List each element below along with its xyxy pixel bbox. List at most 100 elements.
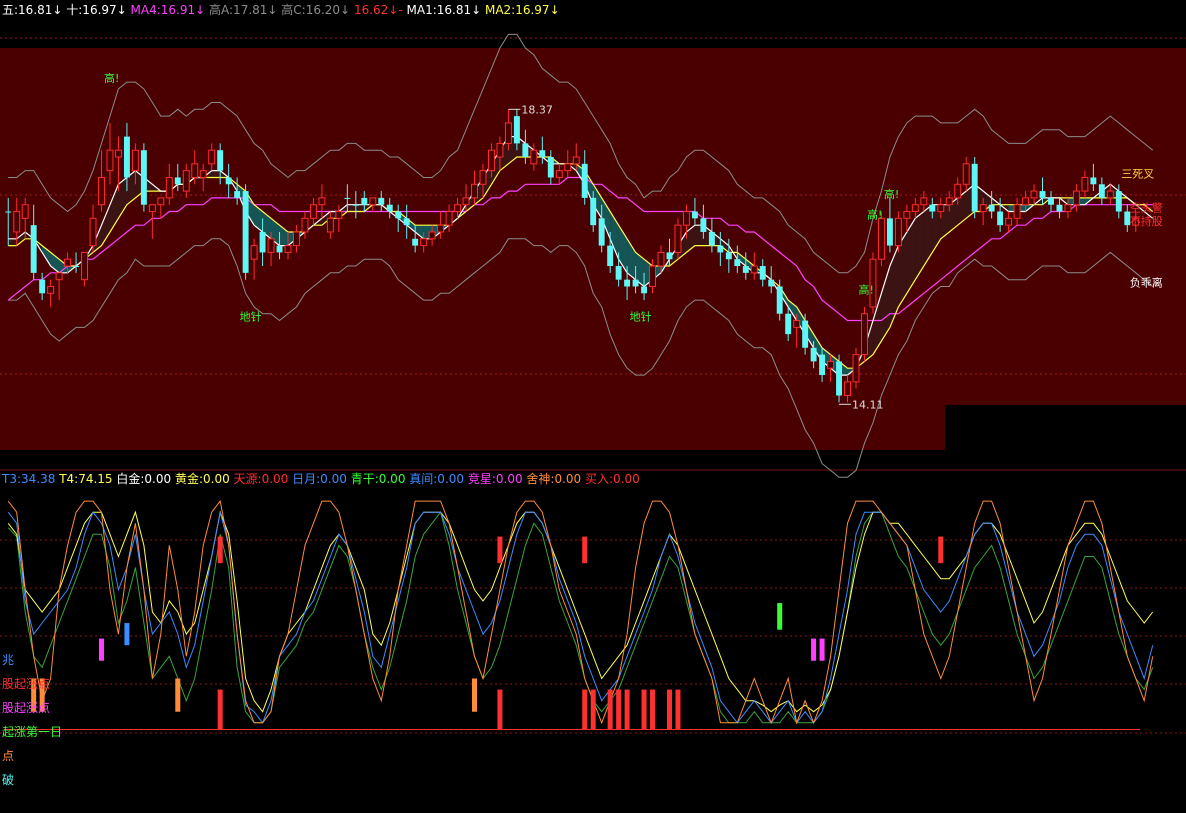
candle-body-up [496,142,504,158]
candle-body-up [564,163,572,172]
candle-body-up [437,224,445,233]
candle-body-down [734,259,741,267]
candle-body-down [988,204,995,212]
indicator-header-item: T3:34.38 [1,472,55,486]
candle-body-up [945,197,953,206]
candle-body-down [242,191,249,273]
candle-body-down [725,252,732,260]
candle-body-up [148,204,156,213]
candle-body-down [522,143,529,158]
ma-fill-segment [355,204,365,212]
candle-body-up [64,258,72,267]
candle-body-up [106,149,114,172]
left-legend-label: 股起涨点 [2,700,50,715]
price-header: 五:16.81↓ 十:16.97↓ MA4:16.91↓ 高A:17.81↓ 高… [2,2,560,17]
candle-body-up [55,272,63,281]
candle-body-down [276,245,283,253]
candle-body-down [1056,204,1063,212]
candle-body-down [140,150,147,205]
left-legend-label: 股起涨点 [2,676,50,691]
left-legend-label: 兆 [2,653,14,667]
candle-body-up [131,149,139,172]
signal-bar [582,536,588,564]
indicator-header-item: 买入:0.00 [581,472,640,486]
candle-body-up [894,217,902,247]
candle-body-down [708,231,715,246]
candle-body-up [504,122,512,144]
candle-body-up [979,204,987,213]
ma-fill-segment [347,204,356,212]
candle-body-up [182,170,190,192]
candle-body-down [361,197,368,205]
candle-body-up [309,204,317,219]
candle-body-down [39,279,46,294]
candlestick-chart[interactable]: 18.3714.11高!地针 地针高!高!高!三死叉空头警不持股负乖离 五:16.… [0,0,1186,809]
price-header-item: MA2:16.97↓ [481,3,559,17]
signal-bar [675,689,681,730]
candle-body-up [301,217,309,233]
indicator-header-item: 舍神:0.00 [523,471,582,486]
candle-body-down [819,354,826,376]
candle-body-up [462,197,470,206]
candle-body-up [13,211,21,233]
left-legend-label: 点 [2,749,14,763]
candle-body-down [539,150,546,158]
price-header-item: 十:16.97↓ [62,3,126,17]
candle-body-up [572,156,580,165]
candle-body-up [420,238,428,247]
signal-bar [472,678,478,712]
indicator-header-item: 日月:0.00 [288,472,347,486]
candle-body-down [547,157,554,178]
candle-body-up [47,285,55,294]
candle-body-up [157,197,165,206]
candle-body-up [877,217,885,260]
indicator-header-item: 竞星:0.00 [464,472,523,486]
candle-body-up [114,149,122,158]
candle-body-down [581,163,588,198]
signal-bar [641,689,647,730]
candle-body-down [5,211,12,213]
candle-body-up [1005,217,1013,226]
candle-body-up [954,183,962,199]
candle-body-up [428,231,436,240]
candle-body-down [929,204,936,212]
signal-bar [497,536,503,564]
candle-body-up [962,163,970,185]
candle-body-up [1013,204,1021,219]
candle-body-down [1115,191,1122,212]
candle-body-down [123,136,130,178]
candle-body-down [1048,197,1054,205]
candle-body-down [997,211,1004,226]
candle-body-down [632,279,639,287]
candle-body-down [759,266,766,280]
signal-bar [607,689,613,730]
indicator-header-item: 白金:0.00 [113,471,172,486]
candle-body-up [335,211,343,219]
signal-bar [175,678,181,712]
chart-annotation: 高! [858,282,873,296]
candle-body-down [1098,184,1105,198]
candle-body-up [250,245,258,260]
chart-annotation: 地针 [240,310,262,324]
candle-body-up [293,231,300,247]
signal-bar [582,689,588,730]
left-legend-label: 起涨第一日 [2,724,62,739]
candle-body-down [802,320,809,348]
candle-body-up [750,265,758,274]
candle-body-down [378,197,385,205]
candle-body-down [598,218,605,246]
candle-body-down [30,225,37,273]
candle-body-down [259,231,266,253]
candle-body-down [776,286,783,314]
chart-annotation: 高! [867,207,882,221]
candle-body-up [1072,190,1080,206]
candle-body-up [674,224,682,253]
candle-body-up [657,251,665,267]
candle-body-up [1081,176,1089,192]
candle-body-down [971,163,978,212]
min-price-label: 14.11 [852,398,884,411]
candle-body-down [344,197,351,199]
candle-body-up [1022,197,1030,206]
candle-body-down [691,211,698,219]
candle-body-up [937,204,945,213]
